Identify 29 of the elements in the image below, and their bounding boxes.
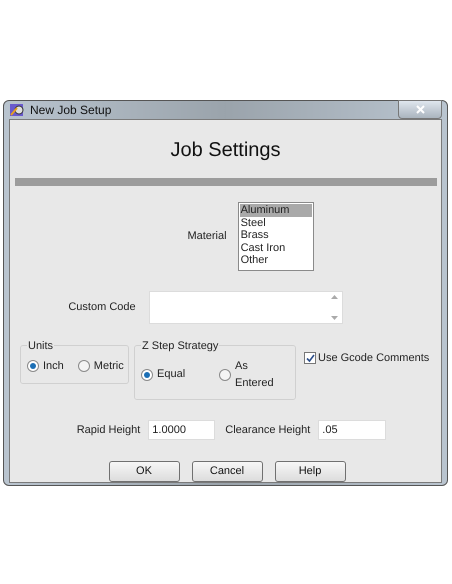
list-item[interactable]: Other <box>240 254 312 267</box>
radio-option[interactable]: Equal <box>141 358 186 391</box>
field-label: Custom Code <box>68 300 136 316</box>
field-label: Rapid Height <box>76 422 140 438</box>
list-item[interactable]: Steel <box>240 216 312 230</box>
close-button[interactable] <box>398 100 442 119</box>
list-item[interactable]: Brass <box>240 229 312 242</box>
dialog-heading: Job Settings <box>170 138 281 163</box>
scroll-down-icon <box>331 316 338 320</box>
close-icon <box>416 105 424 114</box>
field-label: Clearance Height <box>225 422 310 438</box>
radio-option[interactable]: Metric <box>78 358 124 374</box>
dialog-button[interactable]: Help <box>274 461 346 482</box>
app-icon <box>9 102 25 118</box>
clearance-height-field[interactable]: .05 <box>318 420 386 440</box>
dialog-button[interactable]: Cancel <box>192 461 262 482</box>
list-item[interactable]: Cast Iron <box>240 242 312 254</box>
gcode-comments-checkbox[interactable]: Use Gcode Comments <box>304 350 430 366</box>
radio-option[interactable]: Inch <box>27 358 64 374</box>
list-item[interactable]: Aluminum <box>240 204 312 217</box>
group-title: Z Step Strategy <box>141 338 220 354</box>
material-list[interactable]: Aluminum Steel Brass Cast Iron Other <box>238 202 314 271</box>
radio-option[interactable]: As Entered <box>219 358 289 391</box>
field-label: Material <box>187 229 227 244</box>
custom-code-field[interactable] <box>148 291 343 324</box>
dialog-button[interactable]: OK <box>108 461 180 482</box>
rapid-height-field[interactable]: 1.0000 <box>148 420 216 440</box>
window-title: New Job Setup <box>30 102 112 119</box>
scroll-up-icon <box>331 295 338 299</box>
